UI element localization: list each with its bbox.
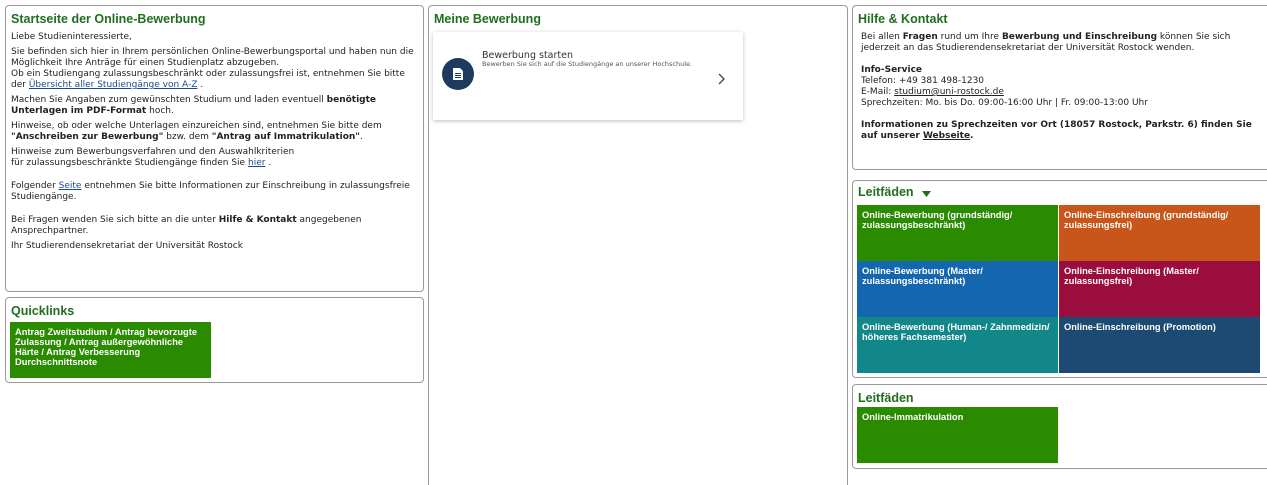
webseite-link[interactable]: Webseite [923,131,970,141]
leitfaeden-panel: Leitfäden Online-Bewerbung (grundständig… [852,180,1267,378]
start-panel: Startseite der Online-Bewerbung Liebe St… [5,5,424,292]
leitfaden-tile[interactable]: Online-Bewerbung (Human-/ Zahnmedizin/ h… [857,317,1058,373]
link-studiengaenge[interactable]: Übersicht aller Studiengänge von A-Z [29,80,198,90]
start-p1: Sie befinden sich hier in Ihrem persönli… [11,47,414,68]
start-p5: Hinweise zum Bewerbungsverfahren und den… [11,147,295,168]
leitfaeden2-title: Leitfäden [858,391,914,405]
link-seite[interactable]: Seite [59,181,82,191]
card-subtitle: Bewerben Sie sich auf die Studiengänge a… [482,60,693,68]
quicklinks-title: Quicklinks [11,304,75,318]
quicklink-tile[interactable]: Antrag Zweitstudium / Antrag bevorzugte … [10,322,211,378]
hilfe-title: Hilfe & Kontakt [858,12,948,26]
start-p4: Hinweise, ob oder welche Unterlagen einz… [11,121,382,142]
leitfaden-tile[interactable]: Online-Einschreibung (Master/ zulassungs… [1059,261,1260,317]
hilfe-panel: Hilfe & Kontakt Bei allen Fragen rund um… [852,5,1267,170]
leitfaeden-title[interactable]: Leitfäden [858,185,1267,200]
chevron-right-icon [718,70,726,89]
leitfaden-tile[interactable]: Online-Einschreibung (Promotion) [1059,317,1260,373]
hilfe-email: E-Mail: studium@uni-rostock.de [861,87,1004,97]
leitfaden-tile[interactable]: Online-Bewerbung (grundständig/ zulassun… [857,205,1058,261]
hilfe-onsite: Informationen zu Sprechzeiten vor Ort (1… [861,120,1252,141]
start-title: Startseite der Online-Bewerbung [11,12,206,26]
start-p8: Ihr Studierendensekretariat der Universi… [11,241,243,251]
hilfe-intro: Bei allen Fragen rund um Ihre Bewerbung … [861,32,1231,53]
hilfe-content: Bei allen Fragen rund um Ihre Bewerbung … [861,32,1264,142]
start-p6: Folgender Seite entnehmen Sie bitte Info… [11,181,410,202]
bewerbung-starten-card[interactable]: Bewerbung starten Bewerben Sie sich auf … [433,32,743,120]
email-link[interactable]: studium@uni-rostock.de [894,87,1004,97]
leitfaden-tile[interactable]: Online-Einschreibung (grundständig/ zula… [1059,205,1260,261]
chevron-down-icon [922,186,932,200]
start-p7: Bei Fragen wenden Sie sich bitte an die … [11,215,362,236]
hilfe-phone: Telefon: +49 381 498-1230 [861,76,985,86]
start-p3: Machen Sie Angaben zum gewünschten Studi… [11,95,377,116]
leitfaeden2-panel: Leitfäden Online-Immatrikulation [852,384,1267,469]
bewerbung-title: Meine Bewerbung [434,12,541,26]
info-service-title: Info-Service [861,65,923,75]
hilfe-hours: Sprechzeiten: Mo. bis Do. 09:00-16:00 Uh… [861,98,1148,108]
tile-online-immatrikulation[interactable]: Online-Immatrikulation [857,407,1058,463]
start-p2: Ob ein Studiengang zulassungsbeschränkt … [11,69,405,90]
quicklinks-panel: Quicklinks Antrag Zweitstudium / Antrag … [5,297,424,383]
start-greeting: Liebe Studieninteressierte, [11,32,132,42]
document-icon [442,58,474,90]
start-content: Liebe Studieninteressierte, Sie befinden… [11,32,418,252]
link-hier[interactable]: hier [248,158,265,168]
leitfaden-tile[interactable]: Online-Bewerbung (Master/ zulassungsbesc… [857,261,1058,317]
